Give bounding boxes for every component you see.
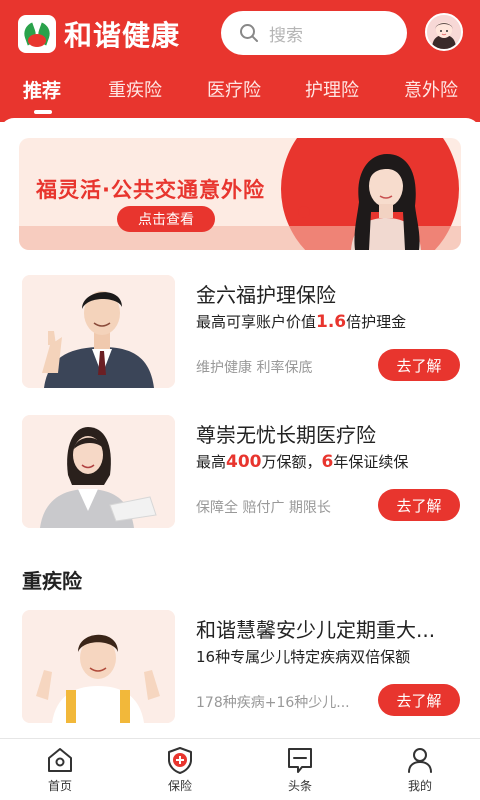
product-thumbnail-woman <box>22 415 175 528</box>
product-tags: 178种疾病+16种少儿... <box>196 695 350 711</box>
bottom-nav: 首页 保险 头条 我的 <box>0 738 480 800</box>
active-tab-indicator <box>34 110 52 114</box>
tab-critical-illness[interactable]: 重疾险 <box>108 76 162 102</box>
product-desc: 最高可享账户价值1.6倍护理金 <box>196 311 406 332</box>
product-card[interactable]: 和谐慧馨安少儿定期重大... 16种专属少儿特定疾病双倍保额 178种疾病+16… <box>22 610 460 723</box>
avatar[interactable] <box>425 13 463 51</box>
product-desc: 16种专属少儿特定疾病双倍保额 <box>196 648 411 666</box>
product-title: 金六福护理保险 <box>196 283 336 307</box>
nav-insurance[interactable]: 保险 <box>150 745 210 794</box>
learn-more-button[interactable]: 去了解 <box>378 489 460 521</box>
nav-label: 头条 <box>287 779 312 793</box>
banner-title: 福灵活·公共交通意外险 <box>36 178 265 202</box>
app-header: 和谐健康 搜索 推荐 重疾险 医疗险 护理险 意外险 <box>0 0 480 122</box>
section-title: 重疾险 <box>22 569 82 593</box>
product-thumbnail-child <box>22 610 175 723</box>
product-thumbnail-man <box>22 275 175 388</box>
desc-text: 倍护理金 <box>346 313 407 331</box>
search-placeholder: 搜索 <box>269 25 303 46</box>
nav-label: 保险 <box>167 779 192 793</box>
product-tags: 保障全 赔付广 期限长 <box>196 500 331 516</box>
businesswoman-illustration <box>22 415 175 528</box>
tab-accident[interactable]: 意外险 <box>404 76 458 102</box>
desc-text: 最高 <box>196 453 227 471</box>
learn-more-button[interactable]: 去了解 <box>378 684 460 716</box>
user-avatar-icon <box>427 15 461 49</box>
nav-headline[interactable]: 头条 <box>270 745 330 794</box>
nav-label: 我的 <box>407 779 432 793</box>
brand-name: 和谐健康 <box>64 19 181 52</box>
desc-text: 万保额， <box>261 453 322 471</box>
desc-highlight: 1.6 <box>316 312 347 332</box>
brand-logo-icon <box>18 15 56 53</box>
user-icon <box>408 748 432 773</box>
nav-home[interactable]: 首页 <box>30 745 90 794</box>
product-title: 和谐慧馨安少儿定期重大... <box>196 618 436 642</box>
banner-view-button[interactable]: 点击查看 <box>117 206 215 232</box>
learn-more-button[interactable]: 去了解 <box>378 349 460 381</box>
desc-highlight: 400 <box>226 452 262 472</box>
shield-plus-icon <box>168 747 192 774</box>
banner-woman-illustration <box>351 154 421 250</box>
product-title: 尊崇无忧长期医疗险 <box>196 423 376 447</box>
search-input[interactable]: 搜索 <box>221 11 407 55</box>
nav-label: 首页 <box>47 779 72 793</box>
home-icon <box>48 748 72 772</box>
tab-nursing[interactable]: 护理险 <box>305 76 359 102</box>
desc-text: 最高可享账户价值 <box>196 313 317 331</box>
promo-banner[interactable]: 福灵活·公共交通意外险 点击查看 <box>19 138 461 250</box>
child-illustration <box>22 610 175 723</box>
product-tags: 维护健康 利率保底 <box>196 360 313 376</box>
product-desc: 最高400万保额，6年保证续保 <box>196 451 408 472</box>
businessman-illustration <box>22 275 175 388</box>
tab-recommend[interactable]: 推荐 <box>23 76 61 103</box>
nav-profile[interactable]: 我的 <box>390 745 450 794</box>
desc-text: 年保证续保 <box>333 453 409 471</box>
product-card[interactable]: 金六福护理保险 最高可享账户价值1.6倍护理金 维护健康 利率保底 去了解 <box>22 275 460 388</box>
product-card[interactable]: 尊崇无忧长期医疗险 最高400万保额，6年保证续保 保障全 赔付广 期限长 去了… <box>22 415 460 528</box>
search-icon <box>240 24 258 42</box>
tab-medical[interactable]: 医疗险 <box>207 76 261 102</box>
brand: 和谐健康 <box>18 14 180 54</box>
headline-icon <box>288 748 312 773</box>
desc-highlight: 6 <box>321 452 334 472</box>
category-tabs: 推荐 重疾险 医疗险 护理险 意外险 <box>0 76 480 110</box>
